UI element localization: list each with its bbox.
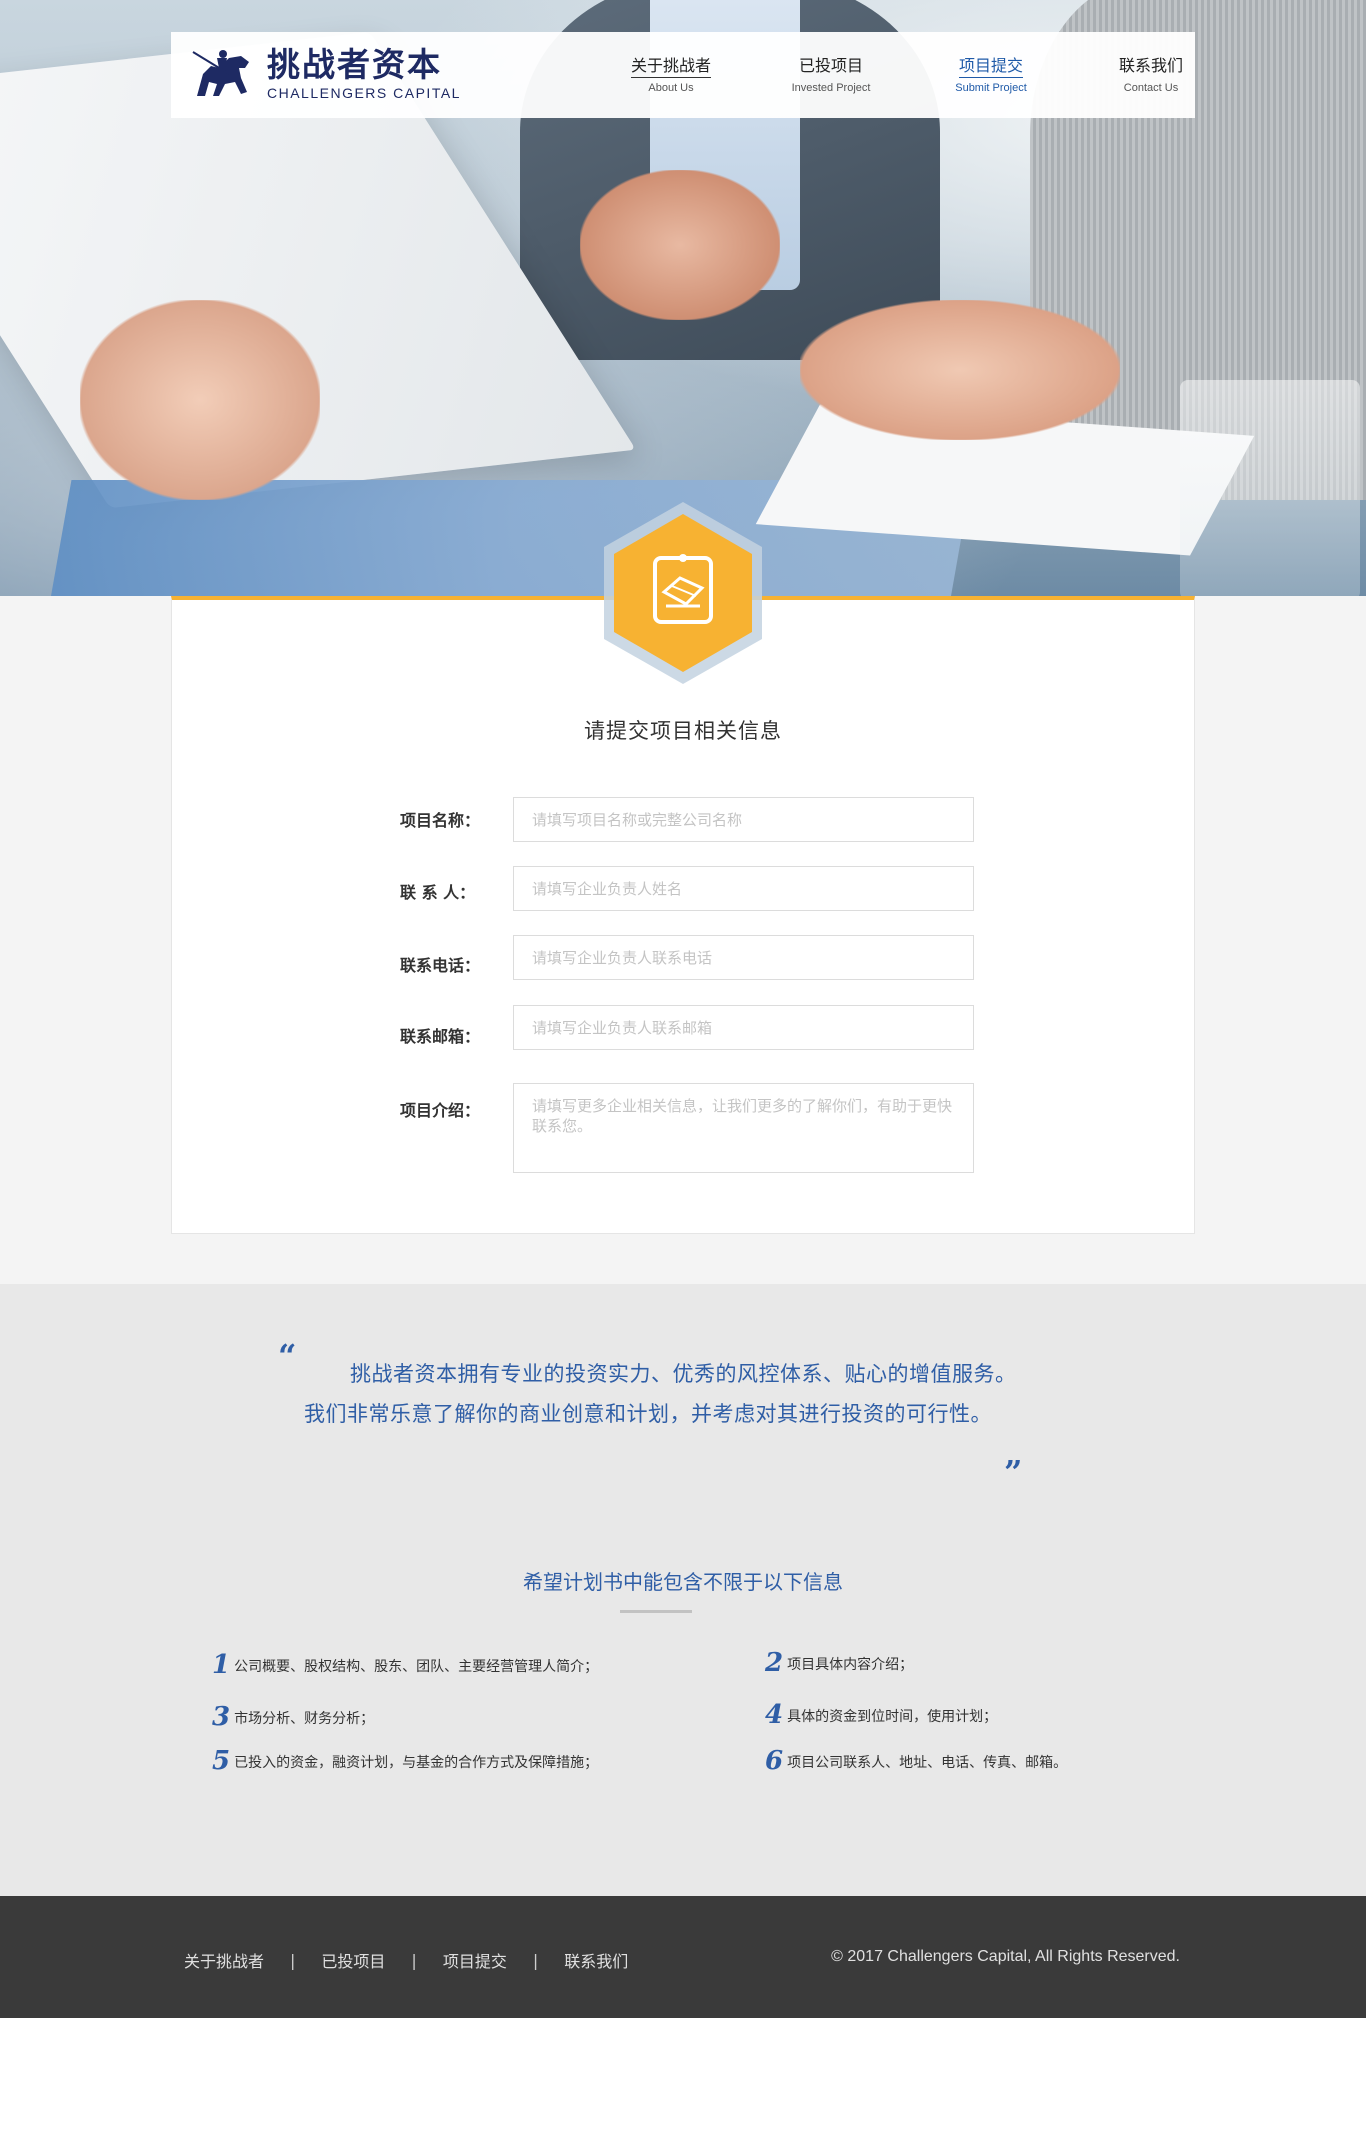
phone-label: 联系电话： — [400, 956, 481, 975]
plan-item-number: 3 — [212, 1702, 231, 1732]
hero-hands-left — [80, 300, 320, 500]
email-label: 联系邮箱： — [400, 1027, 481, 1046]
nav-item-submit[interactable]: 项目提交 Submit Project — [911, 32, 1071, 118]
form-title: 请提交项目相关信息 — [584, 719, 782, 743]
nav-item-sublabel: Submit Project — [955, 82, 1027, 94]
plan-item-number: 6 — [765, 1746, 784, 1776]
footer: 关于挑战者 | 已投项目 | 项目提交 | 联系我们 © 2017 Challe… — [0, 1896, 1366, 2018]
description-label: 项目介绍： — [400, 1101, 481, 1120]
hero-glass — [1180, 380, 1360, 596]
footer-link-about[interactable]: 关于挑战者 — [184, 1948, 264, 1972]
footer-link-submit[interactable]: 项目提交 — [443, 1948, 507, 1972]
plan-item: 6 项目公司联系人、地址、电话、传真、邮箱。 — [765, 1748, 1067, 1774]
plan-item-text: 市场分析、财务分析； — [234, 1711, 375, 1727]
logo-name-en: CHALLENGERS CAPITAL — [267, 85, 461, 101]
close-quote-mark: ” — [1004, 1453, 1023, 1491]
footer-separator: | — [532, 1950, 539, 1970]
plan-item: 3 市场分析、财务分析； — [212, 1704, 374, 1730]
footer-link-contact[interactable]: 联系我们 — [564, 1948, 628, 1972]
footer-separator: | — [290, 1950, 296, 1970]
hero-hands-center — [580, 170, 780, 320]
nav-item-label: 关于挑战者 — [630, 56, 711, 78]
plan-item-number: 1 — [212, 1650, 231, 1680]
nav-item-label: 已投项目 — [798, 56, 863, 75]
email-input[interactable] — [513, 1005, 974, 1050]
plan-title-underline — [620, 1610, 692, 1613]
plan-item: 2 项目具体内容介绍； — [765, 1650, 913, 1676]
nav-item-about[interactable]: 关于挑战者 About Us — [591, 32, 751, 118]
nav-item-sublabel: Contact Us — [1123, 82, 1179, 94]
hero-hands-right — [800, 300, 1120, 440]
contact-person-input[interactable] — [513, 866, 974, 911]
project-name-input[interactable] — [513, 797, 974, 842]
quote-text: 挑战者资本拥有专业的投资实力、优秀的风控体系、贴心的增值服务。我们非常乐意了解你… — [304, 1362, 1017, 1426]
plan-item-text: 项目公司联系人、地址、电话、传真、邮箱。 — [787, 1755, 1068, 1771]
plan-item-text: 公司概要、股权结构、股东、团队、主要经营管理人简介； — [234, 1659, 599, 1675]
nav-item-label: 联系我们 — [1118, 56, 1183, 75]
plan-item-number: 2 — [765, 1648, 784, 1678]
logo-name-cn: 挑战者资本 — [267, 45, 442, 84]
contact-person-label: 联 系 人： — [400, 883, 476, 902]
phone-input[interactable] — [513, 935, 974, 980]
document-hexagon-icon — [600, 500, 766, 686]
footer-separator: | — [411, 1950, 417, 1970]
plan-item-text: 已投入的资金，融资计划，与基金的合作方式及保障措施； — [234, 1755, 599, 1771]
footer-link-invested[interactable]: 已投项目 — [321, 1948, 385, 1972]
main-menu: 关于挑战者 About Us 已投项目 Invested Project 项目提… — [591, 32, 1231, 118]
nav-item-sublabel: Invested Project — [791, 82, 871, 94]
plan-item: 1 公司概要、股权结构、股东、团队、主要经营管理人简介； — [212, 1652, 598, 1678]
plan-title: 希望计划书中能包含不限于以下信息 — [523, 1570, 843, 1594]
nav-item-contact[interactable]: 联系我们 Contact Us — [1071, 32, 1231, 118]
plan-item: 5 已投入的资金，融资计划，与基金的合作方式及保障措施； — [212, 1748, 598, 1774]
top-navigation: 挑战者资本 CHALLENGERS CAPITAL 关于挑战者 About Us… — [171, 32, 1195, 118]
knight-horse-icon — [192, 50, 249, 96]
plan-item-text: 具体的资金到位时间，使用计划； — [787, 1709, 998, 1725]
plan-item: 4 具体的资金到位时间，使用计划； — [765, 1702, 997, 1728]
logo[interactable]: 挑战者资本 CHALLENGERS CAPITAL — [189, 44, 461, 104]
open-quote-mark: “ — [278, 1337, 297, 1375]
plan-item-text: 项目具体内容介绍； — [787, 1657, 914, 1673]
description-textarea[interactable] — [513, 1083, 974, 1173]
plan-item-number: 5 — [212, 1746, 231, 1776]
footer-links: 关于挑战者 | 已投项目 | 项目提交 | 联系我们 — [184, 1948, 628, 1972]
plan-item-number: 4 — [765, 1700, 784, 1730]
nav-item-invested[interactable]: 已投项目 Invested Project — [751, 32, 911, 118]
project-name-label: 项目名称： — [400, 811, 481, 830]
nav-item-label: 项目提交 — [958, 56, 1023, 78]
nav-item-sublabel: About Us — [648, 82, 694, 94]
copyright-text: © 2017 Challengers Capital, All Rights R… — [831, 1948, 1180, 1965]
